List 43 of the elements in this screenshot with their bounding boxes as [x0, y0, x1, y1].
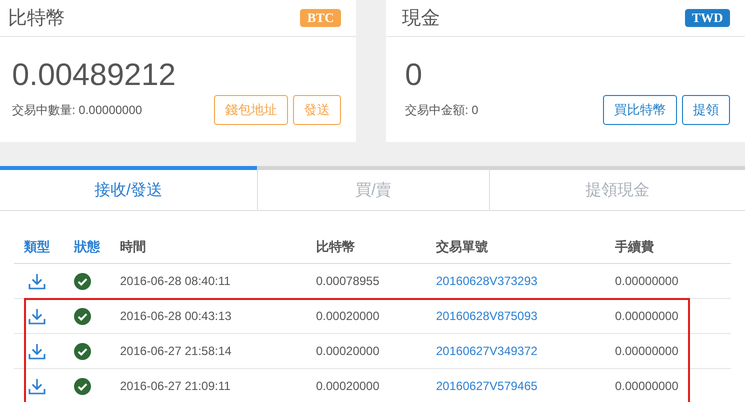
- download-icon: [28, 342, 46, 360]
- download-icon: [28, 272, 46, 290]
- currency-badge: BTC: [300, 9, 341, 27]
- table-cell-text: 0.00078955: [316, 274, 380, 288]
- download-icon: [28, 378, 46, 394]
- pending-amount: 交易中數量: 0.00000000: [12, 102, 142, 118]
- action-button[interactable]: 提領: [682, 95, 730, 125]
- order-link[interactable]: 20160628V373293: [436, 274, 538, 288]
- order-link[interactable]: 20160628V875093: [436, 309, 538, 323]
- table-cell-text: 2016-06-28 00:43:13: [120, 309, 232, 323]
- card-title: 比特幣: [8, 7, 65, 31]
- column-header: 交易單號: [436, 238, 489, 256]
- check-circle-icon: [74, 308, 91, 324]
- order-link[interactable]: 20160627V349372: [436, 344, 538, 358]
- table-cell-text: 2016-06-28 08:40:11: [120, 274, 232, 288]
- tab[interactable]: 接收/發送: [0, 166, 257, 211]
- table-cell-text: 0.00020000: [316, 309, 380, 323]
- table-cell-text: 2016-06-27 21:58:14: [120, 344, 232, 358]
- column-header: 狀態: [74, 238, 101, 256]
- pending-amount: 交易中金額: 0: [405, 102, 478, 118]
- table-cell-text: 0.00000000: [615, 344, 680, 358]
- table-cell-text: 2016-06-27 21:09:11: [120, 379, 232, 393]
- card-title: 現金: [402, 7, 440, 31]
- table-cell-text: 0.00020000: [316, 379, 380, 393]
- balance-amount: 0.00489212: [12, 57, 177, 93]
- order-link[interactable]: 20160627V579465: [436, 379, 538, 393]
- column-header: 比特幣: [316, 238, 356, 256]
- action-button[interactable]: 買比特幣: [603, 95, 677, 125]
- check-circle-icon: [74, 378, 91, 394]
- table-cell-text: 0.00000000: [615, 274, 680, 288]
- tab[interactable]: 提領現金: [489, 166, 745, 211]
- column-header: 類型: [22, 238, 51, 256]
- table-cell-text: 0.00000000: [615, 309, 680, 323]
- column-header: 時間: [120, 238, 147, 256]
- check-circle-icon: [74, 272, 91, 290]
- column-header: 手續費: [615, 238, 655, 256]
- balance-amount: 0: [405, 57, 424, 93]
- tab[interactable]: 買/賣: [257, 166, 489, 211]
- currency-badge: TWD: [684, 9, 730, 27]
- table-cell-text: 0.00020000: [316, 344, 380, 358]
- download-icon: [28, 308, 46, 324]
- table-cell-text: 0.00000000: [615, 379, 680, 393]
- check-circle-icon: [74, 342, 91, 360]
